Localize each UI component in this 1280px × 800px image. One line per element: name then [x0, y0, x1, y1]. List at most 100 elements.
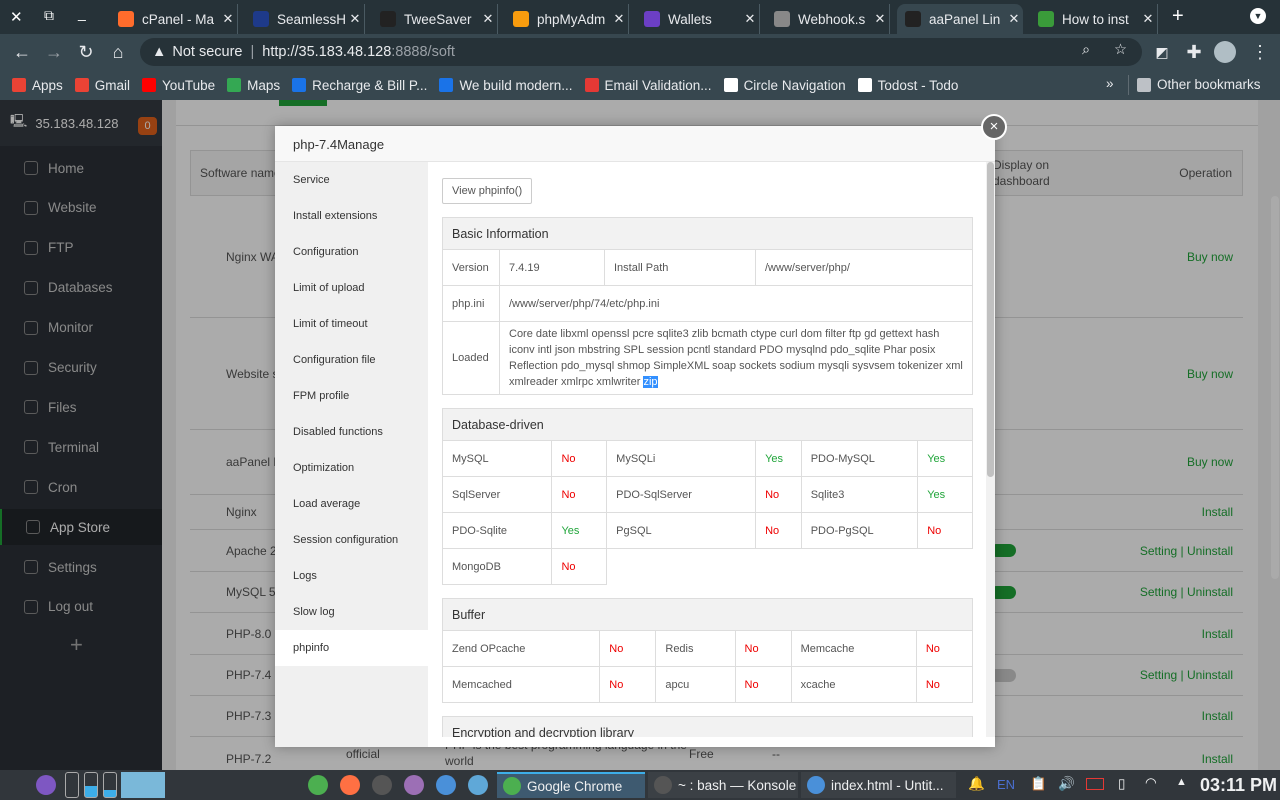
modal-nav-load-average[interactable]: Load average — [275, 486, 428, 522]
tab-search-icon[interactable]: ▼ — [1250, 8, 1266, 24]
modal-nav-limit-of-upload[interactable]: Limit of upload — [275, 270, 428, 306]
vscode-launcher-icon[interactable] — [436, 775, 456, 795]
modal-nav-install-extensions[interactable]: Install extensions — [275, 198, 428, 234]
bookmark-item[interactable]: Circle Navigation — [723, 78, 846, 93]
tab-6[interactable]: aaPanel Lin ✕ — [897, 4, 1023, 34]
close-tab-icon[interactable]: ✕ — [741, 11, 759, 27]
close-tab-icon[interactable]: ✕ — [610, 11, 628, 27]
bookmark-favicon-icon — [292, 78, 307, 92]
modal-nav-configuration[interactable]: Configuration — [275, 234, 428, 270]
desktop-pager-1[interactable] — [121, 772, 165, 798]
task-editor[interactable]: index.html - Untit... — [801, 772, 956, 798]
zoom-icon[interactable]: ⌕ — [1082, 42, 1090, 58]
modal-nav-session-configuration[interactable]: Session configuration — [275, 522, 428, 558]
modal-nav-limit-of-timeout[interactable]: Limit of timeout — [275, 306, 428, 342]
firefox-launcher-icon[interactable] — [340, 775, 360, 795]
modal-nav-optimization[interactable]: Optimization — [275, 450, 428, 486]
modal-nav-phpinfo[interactable]: phpinfo — [275, 630, 428, 666]
chrome-icon — [503, 777, 521, 795]
other-bookmarks[interactable]: Other bookmarks — [1137, 77, 1261, 92]
page-scrollbar[interactable] — [1271, 196, 1279, 579]
feature-name: MySQL — [441, 440, 553, 477]
close-tab-icon[interactable]: ✕ — [219, 11, 237, 27]
bookmark-label: We build modern... — [459, 77, 573, 93]
battery-icon[interactable] — [1086, 778, 1104, 790]
more-bookmarks-button[interactable]: » — [1106, 76, 1114, 91]
bookmark-item[interactable]: YouTube — [142, 78, 215, 93]
tab-title: Webhook.s — [798, 11, 866, 27]
file-manager-icon[interactable] — [36, 775, 56, 795]
tab-7[interactable]: How to inst ✕ — [1030, 4, 1158, 34]
tray-expand-icon[interactable]: ▲ — [1176, 776, 1187, 788]
modal-nav-configuration-file[interactable]: Configuration file — [275, 342, 428, 378]
close-window-icon[interactable]: ✕ — [10, 8, 23, 26]
back-icon[interactable]: ← — [10, 40, 34, 64]
webhook-icon — [774, 11, 790, 27]
scroll-thumb[interactable] — [987, 162, 994, 477]
close-tab-icon[interactable]: ✕ — [871, 11, 889, 27]
home-icon[interactable]: ⌂ — [106, 40, 130, 64]
url-path: :8888/soft — [391, 44, 455, 60]
modal-scrollbar[interactable] — [986, 162, 995, 737]
feature-name: PDO-SqlServer — [606, 476, 757, 513]
feature-name: Memcache — [790, 630, 917, 667]
feature-status: Yes — [917, 440, 973, 477]
phpmyadmin-icon — [513, 11, 529, 27]
bookmark-item[interactable]: Todost - Todo — [857, 78, 958, 93]
tab-1[interactable]: SeamlessHi ✕ — [245, 4, 365, 34]
bookmark-favicon-icon — [723, 78, 738, 92]
close-tab-icon[interactable]: ✕ — [1005, 11, 1023, 27]
keyboard-layout[interactable]: EN — [997, 777, 1015, 792]
new-tab-button[interactable]: + — [1172, 5, 1184, 28]
tab-3[interactable]: phpMyAdm ✕ — [505, 4, 629, 34]
profile-avatar[interactable] — [1214, 41, 1236, 63]
modal-nav-disabled-functions[interactable]: Disabled functions — [275, 414, 428, 450]
minimize-window-icon[interactable]: _ — [78, 5, 86, 21]
bookmark-item[interactable]: Email Validation... — [584, 78, 712, 93]
forward-icon[interactable]: → — [42, 40, 66, 64]
close-icon[interactable]: × — [981, 114, 1007, 140]
bookmark-item[interactable]: Gmail — [74, 78, 130, 93]
extension-icon[interactable]: ◩ — [1150, 40, 1174, 64]
notes-launcher-icon[interactable] — [404, 775, 424, 795]
modal-nav-service[interactable]: Service — [275, 162, 428, 198]
tab-4[interactable]: Wallets ✕ — [636, 4, 760, 34]
bookmark-item[interactable]: Recharge & Bill P... — [292, 78, 427, 93]
menu-icon[interactable]: ⋮ — [1248, 40, 1272, 64]
tab-2[interactable]: TweeSaver ✕ — [372, 4, 498, 34]
extensions-puzzle-icon[interactable]: ✚ — [1182, 40, 1206, 64]
bookmark-favicon-icon — [142, 78, 157, 92]
close-tab-icon[interactable]: ✕ — [346, 11, 364, 27]
close-tab-icon[interactable]: ✕ — [479, 11, 497, 27]
wifi-icon[interactable]: ◠ — [1145, 775, 1157, 791]
modal-nav-fpm-profile[interactable]: FPM profile — [275, 378, 428, 414]
clipboard-icon[interactable]: 📋 — [1030, 776, 1047, 792]
feature-status: No — [755, 476, 802, 513]
task-konsole[interactable]: ~ : bash — Konsole — [648, 772, 798, 798]
close-tab-icon[interactable]: ✕ — [1139, 11, 1157, 27]
address-bar[interactable]: ▲ Not secure | http://35.183.48.128:8888… — [140, 38, 1142, 66]
bt-icon — [905, 11, 921, 27]
bookmark-star-icon[interactable]: ☆ — [1114, 42, 1127, 58]
bookmark-item[interactable]: Maps — [227, 78, 280, 93]
section-title: Encryption and decryption library — [442, 716, 973, 737]
bookmark-item[interactable]: Apps — [12, 78, 63, 93]
task-label: index.html - Untit... — [831, 777, 944, 793]
tab-0[interactable]: cPanel - Ma ✕ — [110, 4, 238, 34]
konsole-launcher-icon[interactable] — [372, 775, 392, 795]
bookmark-item[interactable]: We build modern... — [439, 77, 573, 93]
view-phpinfo-button[interactable]: View phpinfo() — [442, 178, 533, 204]
restore-window-icon[interactable]: ⧉ — [44, 7, 54, 24]
usb-icon[interactable]: ▯ — [1118, 776, 1125, 792]
chrome-launcher-icon[interactable] — [308, 775, 328, 795]
task-chrome[interactable]: Google Chrome — [497, 772, 645, 798]
app-launcher-icon[interactable] — [468, 775, 488, 795]
notifications-icon[interactable]: 🔔 — [968, 776, 985, 792]
volume-icon[interactable]: 🔊 — [1058, 776, 1075, 792]
tab-5[interactable]: Webhook.s ✕ — [766, 4, 890, 34]
tab-title: SeamlessHi — [277, 11, 346, 27]
modal-nav-logs[interactable]: Logs — [275, 558, 428, 594]
reload-icon[interactable]: ↻ — [74, 40, 98, 64]
clock[interactable]: 03:11 PM — [1200, 775, 1277, 796]
modal-nav-slow-log[interactable]: Slow log — [275, 594, 428, 630]
